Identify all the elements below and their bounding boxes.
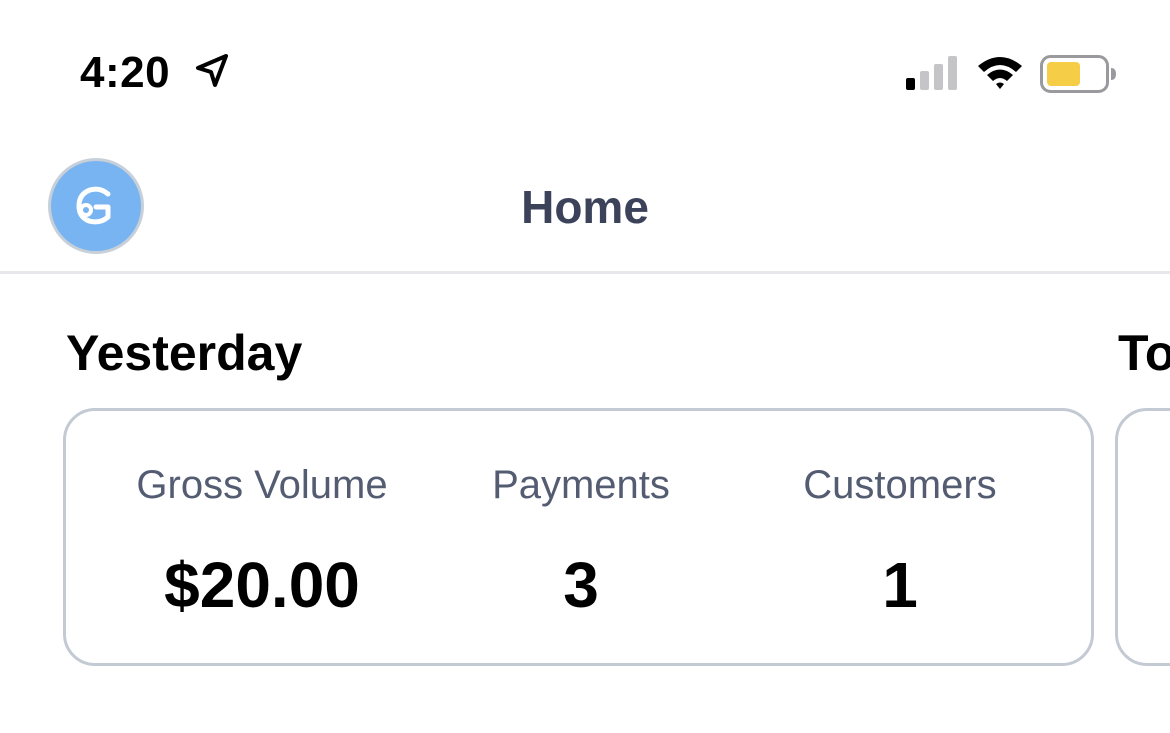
metric-value: $20.00 xyxy=(164,549,360,621)
wifi-icon xyxy=(978,57,1022,89)
yesterday-summary-card[interactable]: Gross Volume $20.00 Payments 3 Customers… xyxy=(63,408,1094,666)
metric-label: Customers xyxy=(803,463,997,507)
metric-label: Gross Volume xyxy=(136,463,388,507)
section-title-yesterday: Yesterday xyxy=(66,325,303,381)
location-arrow-icon xyxy=(196,54,228,87)
page-title: Home xyxy=(521,181,649,233)
metric-label: Payments xyxy=(492,463,670,507)
today-summary-card[interactable] xyxy=(1115,408,1170,666)
metric-customers: Customers 1 xyxy=(740,463,1060,622)
nav-divider xyxy=(0,271,1170,274)
metric-payments: Payments 3 xyxy=(421,463,741,622)
battery-icon xyxy=(1040,55,1116,93)
metric-value: 3 xyxy=(563,549,599,621)
metric-gross-volume: Gross Volume $20.00 xyxy=(102,463,422,622)
metric-value: 1 xyxy=(882,549,918,621)
home-screen: 4:20 Home Yesterday Gross Volume $20.00 xyxy=(0,0,1170,733)
status-time: 4:20 xyxy=(80,48,171,97)
section-title-today: To xyxy=(1118,325,1170,381)
cellular-signal-icon xyxy=(906,56,957,90)
